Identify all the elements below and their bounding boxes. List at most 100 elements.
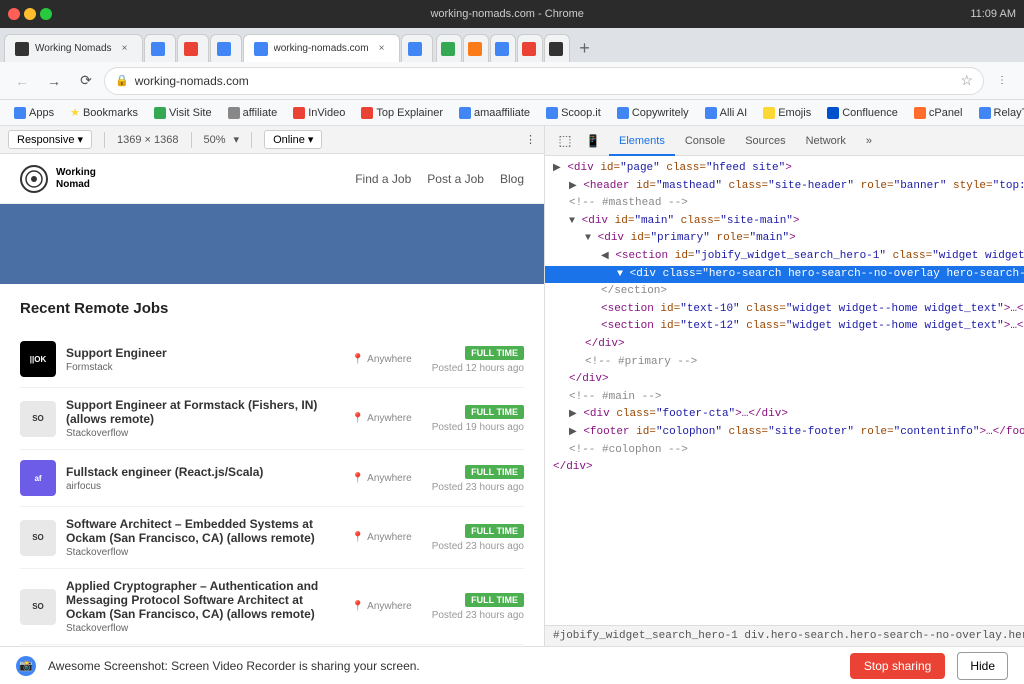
job-item-5[interactable]: SO Applied Cryptographer – Authenticatio…	[20, 569, 524, 645]
bookmark-emojis[interactable]: Emojis	[757, 105, 817, 121]
job-item-4[interactable]: SO Software Architect – Embedded Systems…	[20, 507, 524, 569]
tab-close-icon[interactable]: ×	[375, 42, 389, 56]
tree-node-3[interactable]: <!-- #masthead -->	[545, 195, 1024, 213]
maximize-button[interactable]	[40, 8, 52, 20]
tree-node-5[interactable]: ▼ <div id="primary" role="main">	[545, 230, 1024, 248]
nav-blog[interactable]: Blog	[500, 172, 524, 186]
bookmark-cpanel[interactable]: cPanel	[908, 105, 969, 121]
separator	[104, 132, 105, 148]
bookmark-amaaffiliate[interactable]: amaaffiliate	[453, 105, 536, 121]
tab-network[interactable]: Network	[796, 126, 856, 156]
bookmark-visitsite[interactable]: Visit Site	[148, 105, 218, 121]
browser-tab-extra3[interactable]	[490, 34, 516, 62]
location-text: Anywhere	[367, 473, 411, 484]
browser-tab-extra2[interactable]	[463, 34, 489, 62]
devtools-body: ▶ <div id="page" class="hfeed site"> ▶ <…	[545, 156, 1024, 646]
tree-node-11[interactable]: </div>	[545, 336, 1024, 354]
job-item-3[interactable]: af Fullstack engineer (React.js/Scala) a…	[20, 450, 524, 507]
job-location: 📍 Anywhere	[352, 532, 422, 543]
tab-sources[interactable]: Sources	[735, 126, 795, 156]
job-location: 📍 Anywhere	[352, 601, 422, 612]
tab-favicon	[468, 42, 482, 56]
forward-button[interactable]: →	[40, 67, 68, 95]
devtools-tabs: Elements Console Sources Network »	[609, 126, 882, 156]
bookmark-favicon	[763, 107, 775, 119]
tree-node-7-selected[interactable]: ▼ <div class="hero-search hero-search--n…	[545, 266, 1024, 284]
browser-tab-2[interactable]	[144, 34, 176, 62]
bookmark-apps[interactable]: Apps	[8, 105, 60, 121]
job-meta: FULL TIME Posted 23 hours ago	[432, 592, 524, 621]
nav-post-job[interactable]: Post a Job	[427, 172, 484, 186]
tree-node-15[interactable]: ▶ <div class="footer-cta">…</div>	[545, 406, 1024, 424]
tree-node-13[interactable]: </div>	[545, 371, 1024, 389]
close-button[interactable]	[8, 8, 20, 20]
bookmark-favicon	[827, 107, 839, 119]
job-item-1[interactable]: ||OK Support Engineer Formstack 📍 Anywhe…	[20, 331, 524, 388]
title-bar: working-nomads.com - Chrome 11:09 AM	[0, 0, 1024, 28]
bookmark-alliai[interactable]: Alli AI	[699, 105, 754, 121]
tree-node-14[interactable]: <!-- #main -->	[545, 389, 1024, 407]
bookmark-label: amaaffiliate	[474, 107, 530, 119]
tab-close-icon[interactable]: ×	[118, 42, 132, 56]
online-button[interactable]: Online ▾	[264, 130, 322, 149]
devtools-toolbar: ⬚ 📱 Elements Console Sources Network » ⚙…	[545, 126, 1024, 156]
tree-node-1[interactable]: ▶ <div id="page" class="hfeed site">	[545, 160, 1024, 178]
job-title: Support Engineer at Formstack (Fishers, …	[66, 398, 342, 426]
browser-tab-6[interactable]	[401, 34, 433, 62]
tree-node-6[interactable]: ◀ <section id="jobify_widget_search_hero…	[545, 248, 1024, 266]
tree-node-18[interactable]: </div>	[545, 459, 1024, 477]
tree-node-16[interactable]: ▶ <footer id="colophon" class="site-foot…	[545, 424, 1024, 442]
expand-arrow[interactable]: ▶	[553, 163, 561, 174]
tree-node-9[interactable]: <section id="text-10" class="widget widg…	[545, 301, 1024, 319]
job-badge: FULL TIME	[465, 593, 524, 607]
job-info: Support Engineer at Formstack (Fishers, …	[66, 398, 342, 439]
minimize-button[interactable]	[24, 8, 36, 20]
browser-tab-1[interactable]: Working Nomads ×	[4, 34, 143, 62]
inspect-icon[interactable]: ⬚	[553, 129, 577, 153]
bookmark-confluence[interactable]: Confluence	[821, 105, 904, 121]
browser-tab-extra4[interactable]	[517, 34, 543, 62]
browser-tab-extra[interactable]	[436, 34, 462, 62]
browser-tab-3[interactable]	[177, 34, 209, 62]
bookmark-scoopit[interactable]: Scoop.it	[540, 105, 607, 121]
address-bar[interactable]: 🔒 working-nomads.com ☆	[104, 67, 984, 95]
elements-tree[interactable]: ▶ <div id="page" class="hfeed site"> ▶ <…	[545, 156, 1024, 625]
bookmark-favicon	[979, 107, 991, 119]
responsive-button[interactable]: Responsive ▾	[8, 130, 92, 149]
job-item-2[interactable]: SO Support Engineer at Formstack (Fisher…	[20, 388, 524, 450]
bookmark-relaythat[interactable]: RelayThat	[973, 105, 1024, 121]
browser-tab-4[interactable]	[210, 34, 242, 62]
back-button[interactable]: ←	[8, 67, 36, 95]
reload-button[interactable]: ⟳	[72, 67, 100, 95]
tree-node-12[interactable]: <!-- #primary -->	[545, 354, 1024, 372]
job-item-6[interactable]: SO Software Architect – Distributed Mess…	[20, 645, 524, 646]
device-toggle-icon[interactable]: 📱	[581, 129, 605, 153]
nav-find-job[interactable]: Find a Job	[355, 172, 411, 186]
hide-button[interactable]: Hide	[957, 652, 1008, 680]
tree-node-17[interactable]: <!-- #colophon -->	[545, 442, 1024, 460]
tree-node-4[interactable]: ▼ <div id="main" class="site-main">	[545, 213, 1024, 231]
site-logo: Working Nomad	[20, 165, 96, 193]
tab-more[interactable]: »	[856, 126, 882, 156]
tree-node-2[interactable]: ▶ <header id="masthead" class="site-head…	[545, 178, 1024, 196]
browser-tab-extra5[interactable]	[544, 34, 570, 62]
tree-node-8[interactable]: </section>	[545, 283, 1024, 301]
new-tab-button[interactable]: +	[571, 34, 599, 62]
tab-elements[interactable]: Elements	[609, 126, 675, 156]
bookmark-invideo[interactable]: InVideo	[287, 105, 351, 121]
browser-tab-5[interactable]: working-nomads.com ×	[243, 34, 400, 62]
bookmark-topexplainer[interactable]: Top Explainer	[355, 105, 449, 121]
bookmark-bookmarks[interactable]: ★ Bookmarks	[64, 104, 144, 121]
bookmark-affiliate[interactable]: affiliate	[222, 105, 284, 121]
stop-sharing-button[interactable]: Stop sharing	[850, 653, 945, 679]
bookmark-copywritely[interactable]: Copywritely	[611, 105, 695, 121]
extensions-button[interactable]: ⋮	[988, 67, 1016, 95]
star-icon[interactable]: ☆	[960, 72, 973, 89]
tab-favicon	[217, 42, 231, 56]
content-area: Responsive ▾ 1369 × 1368 50% ▾ Online ▾ …	[0, 126, 1024, 646]
bookmark-label: Visit Site	[169, 107, 212, 119]
window-controls[interactable]	[8, 8, 52, 20]
tree-node-10[interactable]: <section id="text-12" class="widget widg…	[545, 318, 1024, 336]
more-options-icon[interactable]: ⋮	[525, 133, 536, 146]
tab-console[interactable]: Console	[675, 126, 735, 156]
